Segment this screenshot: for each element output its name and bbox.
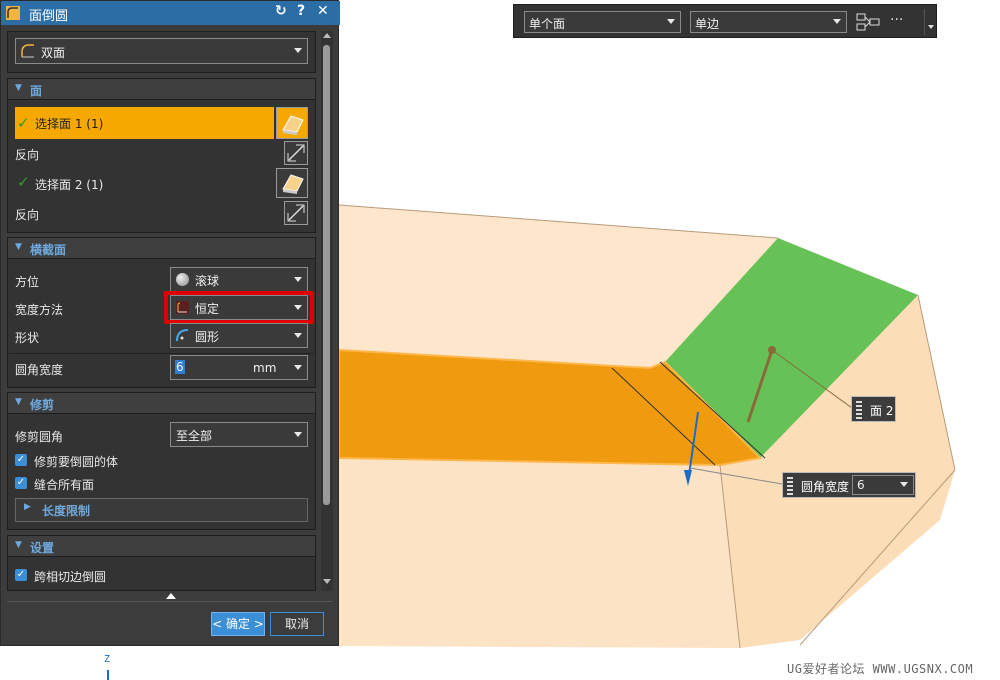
trim-fillet-label: 修剪圆角 [15, 430, 64, 444]
select-face-2-label[interactable]: 选择面 2 (1) [35, 176, 103, 193]
reset-icon[interactable]: ↻ [275, 3, 287, 19]
scroll-down-icon[interactable] [323, 579, 331, 584]
axis-z-label: Z [104, 654, 111, 665]
orientation-select[interactable]: 滚球 [170, 267, 308, 292]
rolling-ball-icon [176, 273, 189, 286]
cross-tangent-checkbox[interactable]: ✓ [15, 569, 27, 581]
select-face-1-row[interactable]: ✓ 选择面 1 (1) [15, 107, 274, 139]
settings-section-header[interactable]: ▼ 设置 [7, 535, 316, 557]
collapse-icon: ▼ [15, 242, 22, 252]
check-icon: ✓ [17, 114, 30, 132]
stitch-faces-checkbox[interactable]: ✓ [15, 477, 27, 489]
length-limit-group[interactable]: ▶ 长度限制 [15, 498, 308, 522]
dialog-title: 面倒圆 [29, 9, 69, 24]
dialog-titlebar[interactable]: 面倒圆 ↻ ? ✕ [1, 1, 340, 25]
trim-body-label: 修剪要倒圆的体 [34, 455, 119, 469]
footer-divider [7, 601, 333, 602]
chevron-down-icon [294, 431, 302, 437]
face-select-icon[interactable] [276, 168, 308, 198]
divider [9, 353, 314, 354]
toolbar-overflow-icon[interactable] [924, 9, 937, 35]
width-method-select[interactable]: 恒定 [170, 295, 308, 320]
face-select-icon[interactable] [276, 107, 308, 139]
face2-tag[interactable]: 面 2 [851, 396, 896, 422]
width-method-label: 宽度方法 [15, 303, 64, 317]
cancel-button[interactable]: 取消 [270, 612, 324, 636]
face2-tag-label: 面 2 [870, 404, 894, 418]
collapse-icon: ▼ [15, 397, 22, 407]
edge-filter-select[interactable]: 单边 [690, 11, 847, 33]
chevron-down-icon [294, 364, 302, 370]
chevron-down-icon [833, 19, 841, 24]
body-face-front [339, 458, 740, 648]
stitch-faces-label: 缝合所有面 [34, 478, 95, 492]
orientation-label: 方位 [15, 275, 40, 289]
more-button[interactable]: ··· [890, 12, 903, 28]
two-face-icon [21, 44, 35, 58]
help-icon[interactable]: ? [297, 3, 305, 19]
width-tag-input[interactable]: 6 [852, 475, 914, 495]
trim-body-checkbox[interactable]: ✓ [15, 454, 27, 466]
close-icon[interactable]: ✕ [317, 3, 329, 19]
collapse-icon: ▼ [15, 540, 22, 550]
trim-fillet-select[interactable]: 至全部 [170, 422, 308, 447]
face-section-header[interactable]: ▼ 面 [7, 78, 316, 100]
radius-width-input[interactable]: 6 mm [170, 355, 308, 380]
chevron-down-icon [294, 304, 302, 310]
face-blend-icon [6, 6, 20, 20]
circular-shape-icon [176, 329, 189, 342]
radius-width-label: 圆角宽度 [15, 363, 64, 377]
chevron-down-icon [294, 276, 302, 282]
watermark: UG爱好者论坛 WWW.UGSNX.COM [787, 662, 974, 676]
chevron-down-icon [294, 48, 302, 53]
unit-label: mm [253, 361, 277, 375]
face-blend-dialog: 面倒圆 ↻ ? ✕ 双面 ▼ 面 ✓ 选择面 1 (1) 反向 ✓ 选择面 2 … [0, 0, 340, 646]
width-tag[interactable]: 圆角宽度 6 [782, 472, 916, 498]
chevron-down-icon [294, 332, 302, 338]
hierarchy-icon[interactable] [856, 13, 880, 31]
reverse-direction-1-icon[interactable] [284, 141, 308, 165]
drag-grip[interactable] [787, 477, 793, 495]
scroll-up-icon[interactable] [323, 33, 331, 38]
cross-section-header[interactable]: ▼ 横截面 [7, 237, 316, 259]
collapse-icon: ▼ [15, 83, 22, 93]
face-filter-select[interactable]: 单个面 [524, 11, 681, 33]
reverse-direction-2-icon[interactable] [284, 201, 308, 225]
selection-toolbar: 单个面 单边 ··· [513, 4, 937, 38]
expand-icon: ▶ [24, 502, 31, 512]
chevron-down-icon [667, 19, 675, 24]
trim-section-header[interactable]: ▼ 修剪 [7, 392, 316, 414]
reverse-1-label: 反向 [15, 148, 40, 162]
reverse-2-label: 反向 [15, 208, 40, 222]
chevron-down-icon [900, 482, 908, 487]
scrollbar-thumb[interactable] [323, 45, 330, 505]
drag-grip[interactable] [856, 401, 862, 419]
cross-tangent-label: 跨相切边倒圆 [34, 570, 107, 584]
type-select[interactable]: 双面 [15, 38, 308, 64]
shape-select[interactable]: 圆形 [170, 323, 308, 348]
width-tag-label: 圆角宽度 [801, 480, 850, 494]
shape-label: 形状 [15, 331, 40, 345]
collapse-up-icon[interactable] [166, 593, 176, 599]
ok-button[interactable]: < 确定 > [211, 612, 265, 636]
dialog-scrollbar[interactable] [321, 31, 333, 591]
constant-width-icon [176, 301, 189, 314]
check-icon: ✓ [17, 173, 30, 191]
